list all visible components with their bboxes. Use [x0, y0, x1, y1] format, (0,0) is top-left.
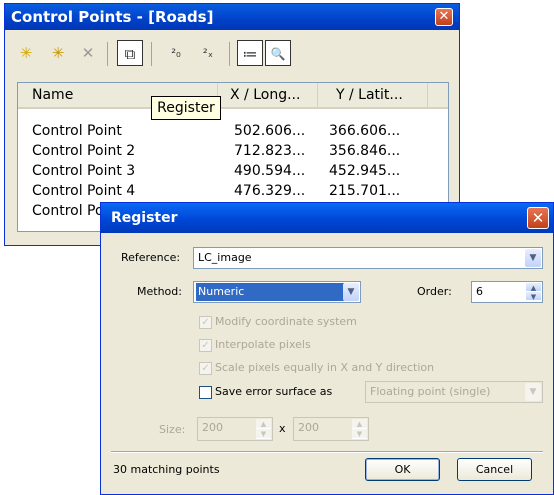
size-height-value: 200	[298, 421, 319, 434]
row-name: Control Point 3	[32, 163, 136, 179]
reference-value: LC_image	[198, 251, 252, 264]
row-y: 452.945...	[329, 163, 401, 179]
chevron-down-icon: ▼	[343, 283, 359, 301]
row-name: Control Point	[32, 123, 122, 139]
size-label: Size:	[159, 423, 186, 436]
row-y: 356.846...	[329, 143, 401, 159]
register-tooltip: Register	[151, 96, 221, 120]
register-dialog: Register ✕ Reference: LC_image ▼ Method:…	[100, 202, 554, 495]
chevron-down-icon: ▼	[525, 383, 541, 401]
row-name: Control Point 2	[32, 143, 136, 159]
interpolate-label: Interpolate pixels	[215, 338, 311, 351]
column-header-y[interactable]: Y / Latit...	[318, 83, 428, 107]
cancel-button[interactable]: Cancel	[457, 458, 532, 481]
row-x: 476.329...	[234, 183, 306, 199]
column-header-x[interactable]: X / Long...	[226, 83, 318, 107]
scale-checkbox[interactable]: ✓	[199, 362, 212, 375]
chevron-down-icon: ▼	[525, 249, 541, 267]
modify-label: Modify coordinate system	[215, 315, 357, 328]
list-row[interactable]: Control Point 4 476.329... 215.701...	[18, 181, 448, 201]
toolbar-separator	[107, 42, 108, 66]
divider	[111, 451, 543, 453]
preview-icon[interactable]: 🔍	[265, 40, 291, 66]
method-value: Numeric	[196, 283, 344, 301]
size-width-stepper[interactable]: 200 ▲ ▼	[197, 417, 273, 441]
order-stepper[interactable]: 6 ▲ ▼	[471, 281, 543, 303]
save-error-label: Save error surface as	[215, 385, 333, 398]
size-separator: x	[279, 422, 286, 435]
list-row[interactable]: Control Point 3 490.594... 452.945...	[18, 161, 448, 181]
toolbar-separator	[229, 42, 230, 66]
toolbar-separator	[151, 42, 152, 66]
add-point-2-icon[interactable]: ✳	[45, 40, 71, 66]
control-points-toolbar: ✳ ✳ ✕ ⧉ ²₀ ²ₓ ≔ 🔍	[11, 36, 453, 72]
register-title: Register	[111, 210, 178, 226]
row-y: 215.701...	[329, 183, 401, 199]
delete-icon[interactable]: ✕	[75, 40, 101, 66]
unlink-icon[interactable]: ²ₓ	[195, 40, 221, 66]
close-icon[interactable]: ✕	[435, 8, 453, 26]
size-width-value: 200	[202, 421, 223, 434]
matching-points-status: 30 matching points	[113, 463, 220, 476]
ok-button[interactable]: OK	[365, 458, 440, 481]
close-icon[interactable]: ✕	[527, 207, 549, 229]
method-dropdown[interactable]: Numeric ▼	[193, 281, 361, 303]
window-icon[interactable]: ⧉	[117, 40, 143, 66]
method-label: Method:	[137, 285, 182, 298]
list-row[interactable]: Control Point 502.606... 366.606...	[18, 121, 448, 141]
order-label: Order:	[417, 285, 452, 298]
order-value: 6	[476, 285, 483, 298]
spinner-icon: ▲ ▼	[256, 419, 271, 439]
row-x: 712.823...	[234, 143, 306, 159]
save-type-dropdown[interactable]: Floating point (single) ▼	[365, 381, 543, 403]
control-points-title: Control Points - [Roads]	[11, 8, 214, 26]
scale-label: Scale pixels equally in X and Y directio…	[215, 361, 435, 374]
row-y: 366.606...	[329, 123, 401, 139]
spinner-icon: ▲ ▼	[526, 283, 541, 301]
row-name: Control Po	[32, 203, 104, 219]
size-height-stepper[interactable]: 200 ▲ ▼	[293, 417, 369, 441]
control-points-titlebar[interactable]: Control Points - [Roads] ✕	[5, 4, 459, 30]
list-icon[interactable]: ≔	[237, 40, 263, 66]
spinner-icon: ▲ ▼	[352, 419, 367, 439]
register-titlebar[interactable]: Register ✕	[101, 203, 553, 233]
link-icon[interactable]: ²₀	[163, 40, 189, 66]
add-point-icon[interactable]: ✳	[13, 40, 39, 66]
reference-label: Reference:	[121, 251, 181, 264]
list-header: Name X / Long... Y / Latit...	[18, 83, 448, 109]
list-row[interactable]: Control Point 2 712.823... 356.846...	[18, 141, 448, 161]
modify-checkbox[interactable]: ✓	[199, 316, 212, 329]
row-x: 502.606...	[234, 123, 306, 139]
reference-dropdown[interactable]: LC_image ▼	[193, 247, 543, 269]
row-name: Control Point 4	[32, 183, 136, 199]
row-x: 490.594...	[234, 163, 306, 179]
save-error-checkbox[interactable]	[199, 386, 212, 399]
save-type-value: Floating point (single)	[370, 385, 491, 398]
interpolate-checkbox[interactable]: ✓	[199, 339, 212, 352]
